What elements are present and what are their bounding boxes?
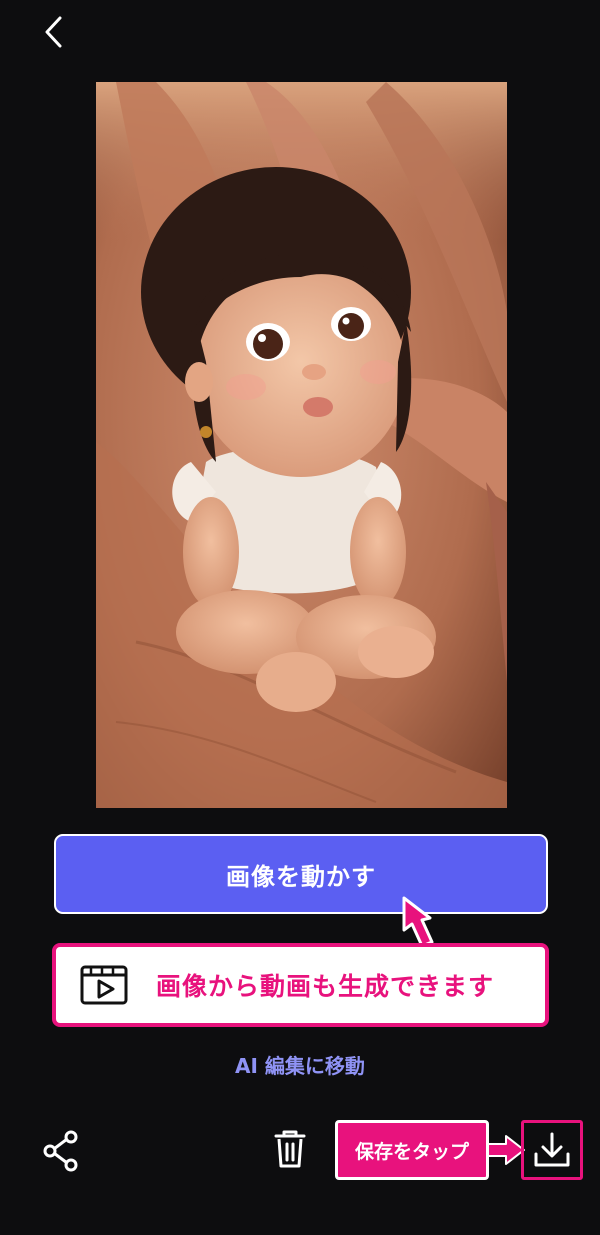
- animate-image-button[interactable]: 画像を動かす: [54, 834, 548, 914]
- share-button[interactable]: [38, 1128, 84, 1174]
- generated-image-preview: [96, 82, 507, 808]
- callout-arrow-icon: [402, 896, 434, 948]
- video-play-icon: [80, 965, 128, 1005]
- video-generation-callout: 画像から動画も生成できます: [52, 943, 549, 1027]
- save-tip-callout: 保存をタップ: [335, 1120, 489, 1180]
- image-result-screen: 画像を動かす 画像から動画も生成できます AI 編集に移動 保存をタップ: [0, 0, 600, 1235]
- chevron-left-icon: [45, 16, 62, 48]
- animate-image-label: 画像を動かす: [226, 862, 376, 891]
- trash-icon: [274, 1130, 306, 1168]
- save-tip-text: 保存をタップ: [354, 1140, 469, 1163]
- baby-on-hand-image: [96, 82, 507, 808]
- download-icon: [534, 1132, 570, 1167]
- arrow-right-icon: [487, 1135, 525, 1165]
- callout-text: 画像から動画も生成できます: [156, 972, 495, 1001]
- share-icon: [43, 1130, 78, 1172]
- back-button[interactable]: [36, 12, 72, 52]
- delete-button[interactable]: [268, 1128, 312, 1172]
- ai-edit-link[interactable]: AI 編集に移動: [0, 1050, 600, 1079]
- download-button[interactable]: [521, 1120, 583, 1180]
